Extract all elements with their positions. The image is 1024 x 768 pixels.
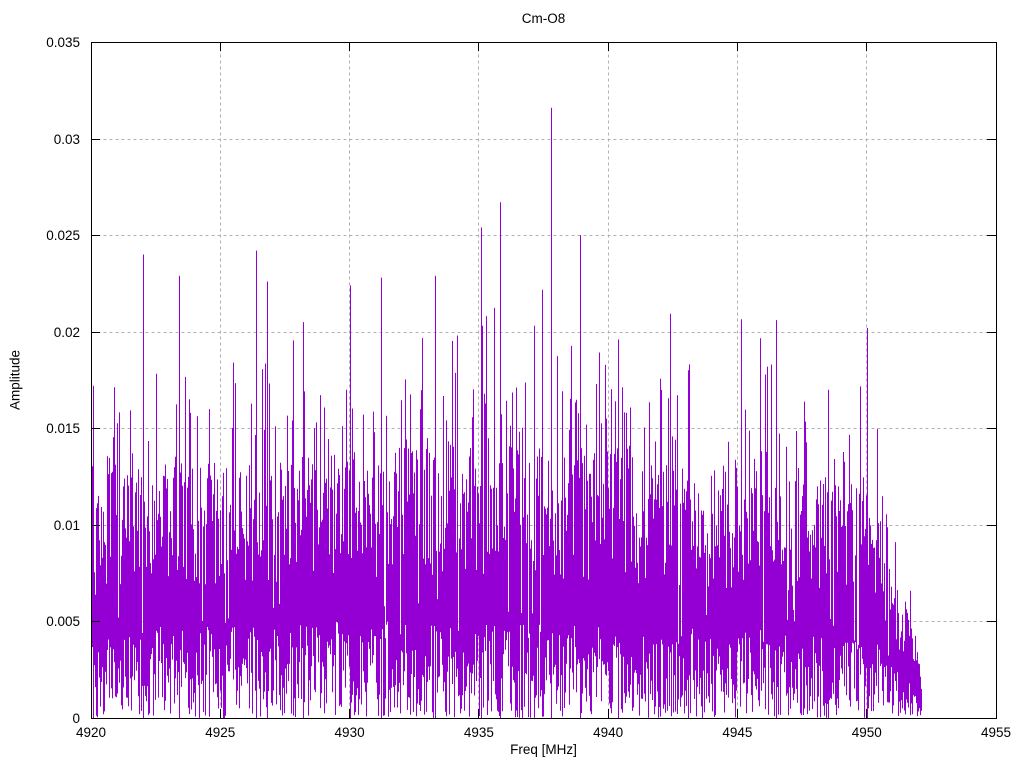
x-tick-label: 4925 [205,725,235,740]
y-tick-label: 0.01 [54,518,80,533]
y-tick-label: 0.035 [46,35,80,50]
x-tick-label: 4935 [464,725,494,740]
x-tick-label: 4950 [852,725,882,740]
y-tick-label: 0 [72,711,80,726]
x-tick-label: 4955 [981,725,1011,740]
noise-series [91,289,922,718]
gnuplot-chart-window: Cm-O8 Amplitude Freq [MHz] 4920 4925 4930 4… [0,0,1024,768]
y-tick-label: 0.02 [54,325,80,340]
x-tick-label: 4930 [335,725,365,740]
x-tick-label: 4940 [593,725,623,740]
plot-area: 4920 4925 4930 4935 4940 4945 4950 4955 0 0.005 0.… [46,35,1011,740]
y-tick-label: 0.03 [54,132,80,147]
x-tick-label: 4920 [76,725,106,740]
y-tick-label: 0.005 [46,614,80,629]
y-tick-label: 0.025 [46,228,80,243]
y-tick-label: 0.015 [46,421,80,436]
x-tick-label: 4945 [722,725,752,740]
